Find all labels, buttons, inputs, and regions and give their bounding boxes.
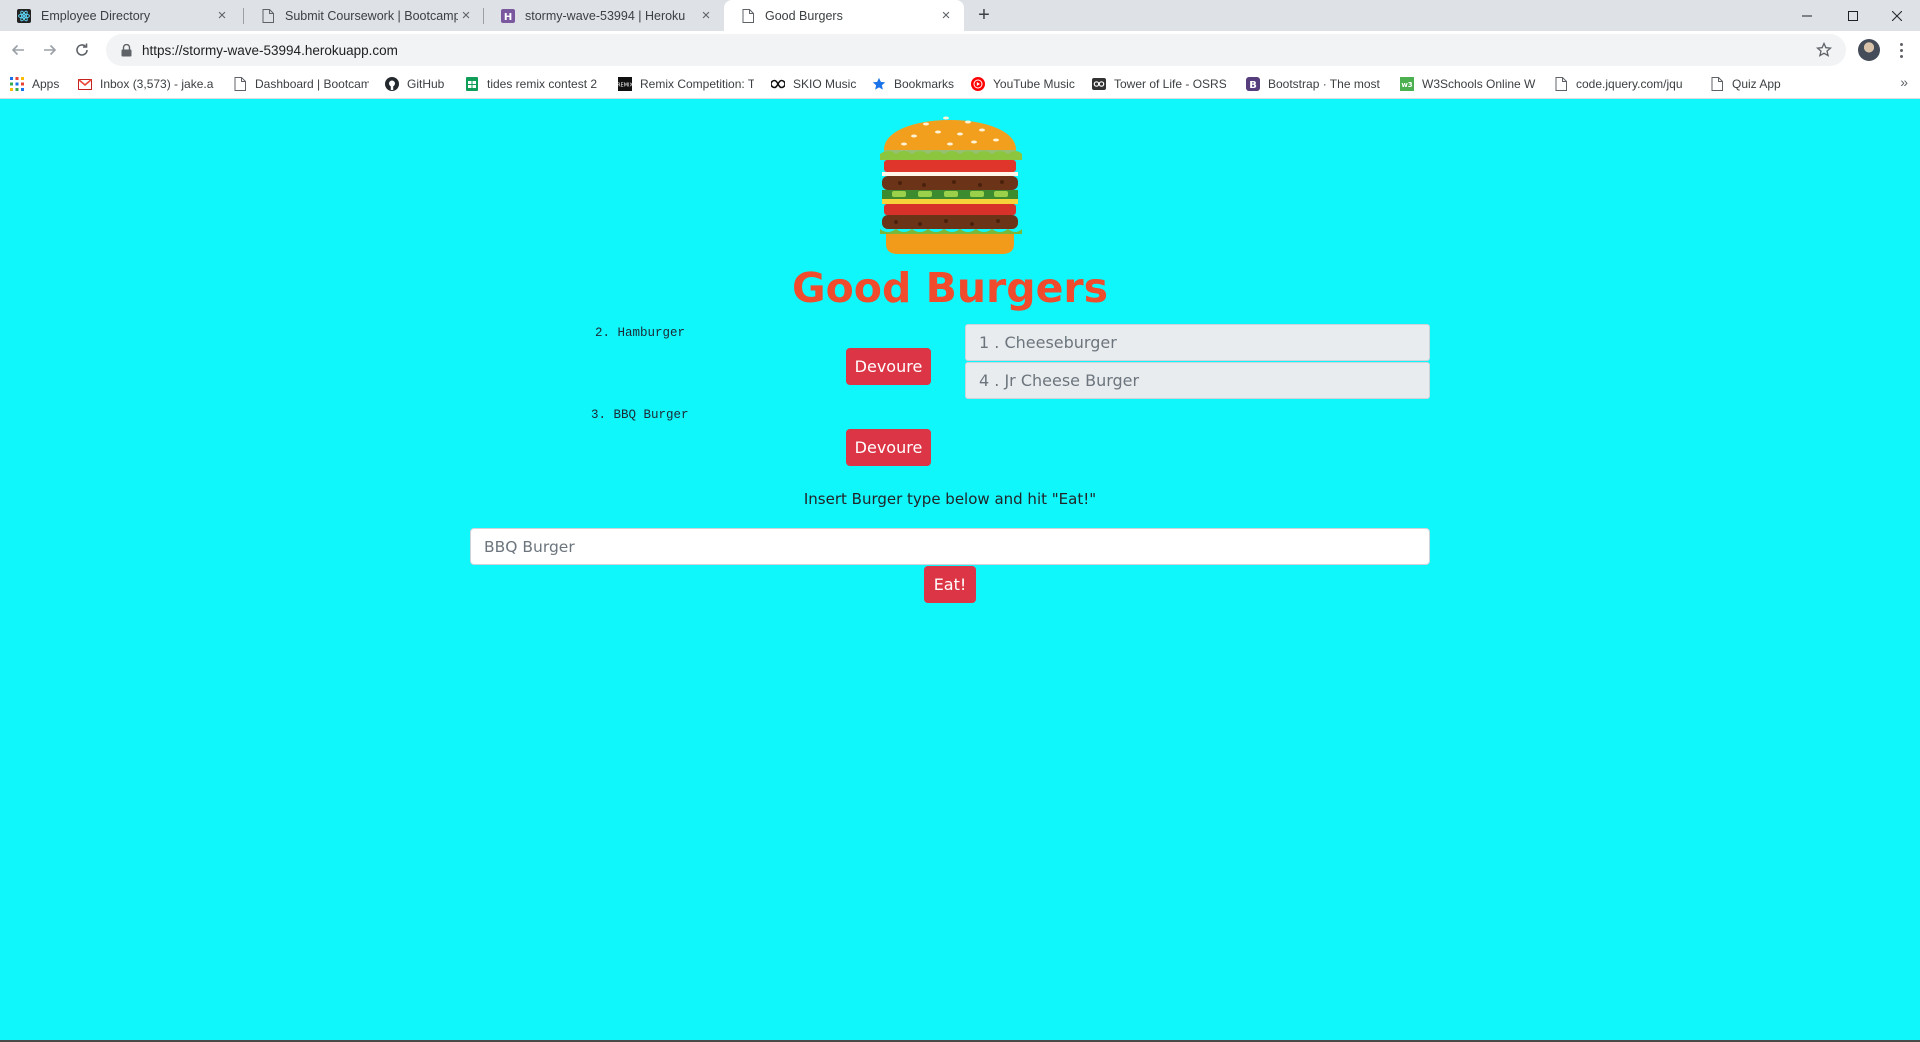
burger-item-hamburger: 2. Hamburger [595, 326, 686, 340]
minimize-icon[interactable] [1784, 0, 1830, 31]
bookmark-skio-music[interactable]: SKIO Music [771, 75, 861, 93]
devour-button[interactable]: Devoure [846, 429, 931, 466]
bookmarks-bar: Apps Inbox (3,573) - jake.a Dashboard | … [0, 69, 1920, 99]
maximize-icon[interactable] [1830, 0, 1876, 31]
osrs-icon [1092, 77, 1106, 91]
instructions-text: Insert Burger type below and hit "Eat!" [803, 490, 1097, 508]
bookmark-label: SKIO Music [793, 77, 857, 91]
bookmark-label: YouTube Music [993, 77, 1075, 91]
address-bar[interactable]: https://stormy-wave-53994.herokuapp.com [106, 34, 1846, 66]
bookmark-apps[interactable]: Apps [10, 75, 70, 93]
browser-toolbar: https://stormy-wave-53994.herokuapp.com [0, 31, 1920, 69]
url-text: https://stormy-wave-53994.herokuapp.com [142, 42, 398, 58]
bookmark-bootstrap[interactable]: B Bootstrap · The most [1246, 75, 1382, 93]
bookmark-github[interactable]: GitHub [385, 75, 451, 93]
bookmark-remix-competition[interactable]: REMIX Remix Competition: T [618, 75, 754, 93]
svg-text:REMIX: REMIX [618, 83, 632, 89]
bookmark-tower-of-life[interactable]: Tower of Life - OSRS [1092, 75, 1226, 93]
devour-button[interactable]: Devoure [846, 348, 931, 385]
more-menu-icon[interactable] [1892, 39, 1910, 61]
tab-submit-coursework[interactable]: Submit Coursework | Bootcamp S × [244, 0, 484, 31]
svg-text:B: B [1249, 80, 1257, 91]
bookmark-label: Dashboard | Bootcam [255, 77, 369, 91]
w3schools-icon: w3 [1400, 77, 1414, 91]
lock-icon[interactable] [118, 42, 134, 58]
bookmark-youtube-music[interactable]: YouTube Music [971, 75, 1077, 93]
svg-text:w3: w3 [1401, 81, 1412, 89]
page-title: Good Burgers [791, 264, 1109, 312]
bookmark-label: tides remix contest 2 [487, 77, 598, 91]
page-icon [233, 77, 247, 91]
page-icon [740, 8, 756, 24]
bookmark-jquery[interactable]: code.jquery.com/jqu [1554, 75, 1692, 93]
page-icon [260, 8, 276, 24]
back-icon[interactable] [6, 38, 30, 62]
remix-icon: REMIX [618, 77, 632, 91]
bookmark-label: code.jquery.com/jqu [1576, 77, 1683, 91]
tab-title: Good Burgers [765, 8, 843, 23]
heroku-icon: H [500, 8, 516, 24]
bookmark-label: Remix Competition: T [640, 77, 754, 91]
tab-employee-directory[interactable]: Employee Directory × [0, 0, 240, 31]
burger-logo-icon [880, 116, 1022, 254]
bookmark-bookmarks[interactable]: Bookmarks [872, 75, 960, 93]
bookmark-label: Bookmarks [894, 77, 955, 91]
apps-grid-icon [10, 77, 24, 91]
star-icon [872, 77, 886, 91]
forward-icon[interactable] [38, 38, 62, 62]
burger-item-bbq-burger: 3. BBQ Burger [591, 408, 689, 422]
close-icon[interactable]: × [214, 7, 230, 24]
close-window-icon[interactable] [1874, 0, 1920, 31]
profile-avatar[interactable] [1858, 39, 1880, 61]
sheets-icon [465, 77, 479, 91]
bookmark-dashboard[interactable]: Dashboard | Bootcam [233, 75, 369, 93]
bookmark-inbox[interactable]: Inbox (3,573) - jake.a [78, 75, 214, 93]
skio-icon [771, 77, 785, 91]
close-icon[interactable]: × [458, 7, 474, 24]
new-tab-button[interactable]: + [972, 4, 996, 28]
svg-text:H: H [504, 12, 512, 23]
page-icon [1710, 77, 1724, 91]
close-icon[interactable]: × [938, 7, 954, 24]
burger-name-input[interactable] [470, 528, 1430, 565]
bookmark-tides-remix[interactable]: tides remix contest 2 [465, 75, 601, 93]
bookmark-label: Inbox (3,573) - jake.a [100, 77, 214, 91]
reload-icon[interactable] [70, 38, 94, 62]
tab-heroku[interactable]: H stormy-wave-53994 | Heroku × [484, 0, 724, 31]
devoured-list: 1 . Cheeseburger 4 . Jr Cheese Burger [965, 324, 1430, 400]
more-bookmarks-icon[interactable]: » [1900, 74, 1908, 90]
bookmark-label: W3Schools Online W [1422, 77, 1536, 91]
bookmark-label: GitHub [407, 77, 445, 91]
tab-good-burgers[interactable]: Good Burgers × [724, 0, 964, 31]
tab-title: Employee Directory [41, 8, 151, 23]
bookmark-label: Bootstrap · The most [1268, 77, 1380, 91]
devoured-item: 4 . Jr Cheese Burger [965, 362, 1430, 399]
bookmark-star-icon[interactable] [1815, 41, 1833, 58]
youtube-music-icon [971, 77, 985, 91]
bookmark-w3schools[interactable]: w3 W3Schools Online W [1400, 75, 1536, 93]
close-icon[interactable]: × [698, 7, 714, 24]
bookmark-label: Quiz App [1732, 77, 1781, 91]
devoured-item: 1 . Cheeseburger [965, 324, 1430, 361]
github-icon [385, 77, 399, 91]
tab-strip: Employee Directory × Submit Coursework |… [0, 0, 1920, 31]
bookmark-label: Tower of Life - OSRS [1114, 77, 1226, 91]
bookmark-label: Apps [32, 77, 60, 91]
gmail-icon [78, 77, 92, 91]
tab-title: stormy-wave-53994 | Heroku [525, 8, 686, 23]
page-icon [1554, 77, 1568, 91]
page-body: Good Burgers 2. Hamburger Devoure 3. BBQ… [0, 100, 1920, 1042]
bootstrap-icon: B [1246, 77, 1260, 91]
eat-button[interactable]: Eat! [924, 566, 976, 603]
tab-title: Submit Coursework | Bootcamp S [285, 8, 458, 23]
bookmark-quiz-app[interactable]: Quiz App [1710, 75, 1790, 93]
react-icon [16, 8, 32, 24]
